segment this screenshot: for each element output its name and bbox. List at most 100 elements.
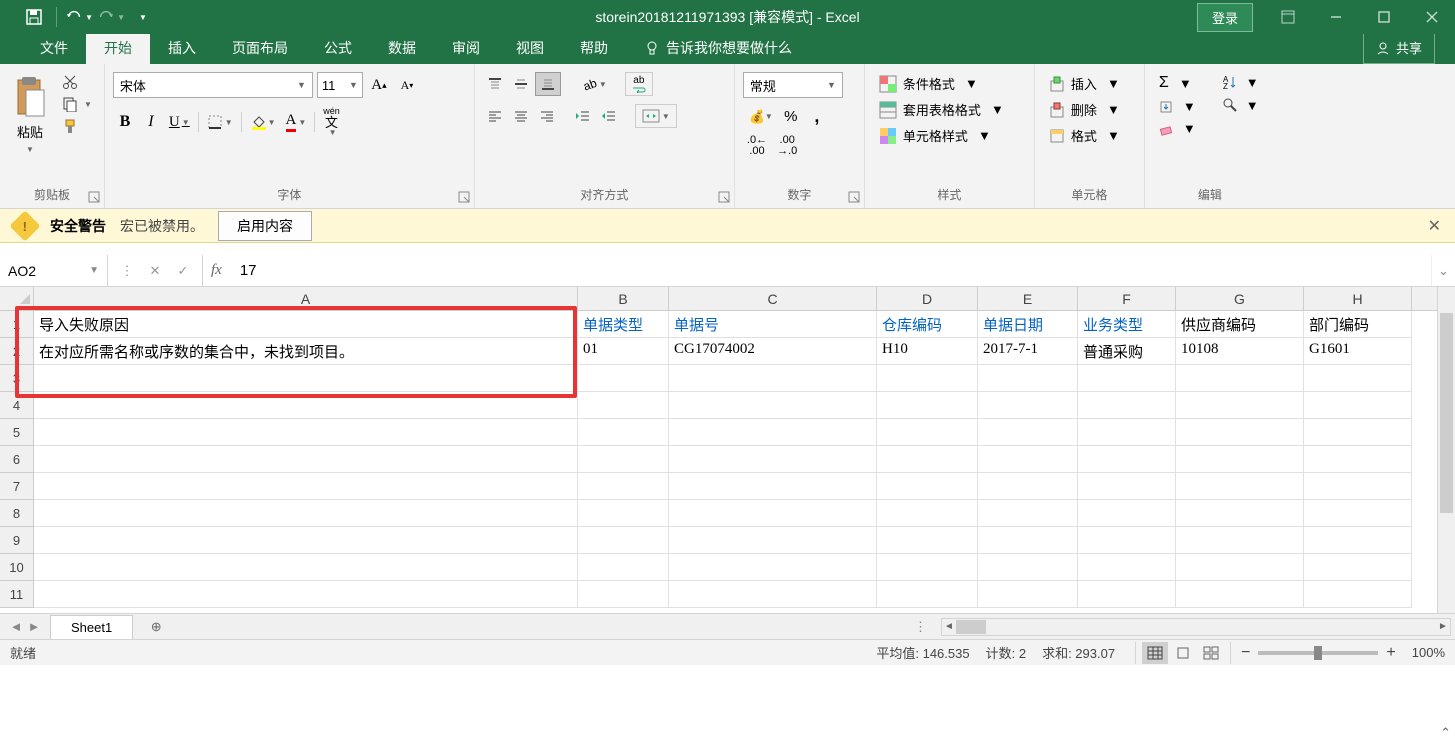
accept-formula-button[interactable]: ✓: [170, 258, 196, 284]
page-break-view-button[interactable]: [1198, 642, 1224, 664]
cell-styles-button[interactable]: 单元格样式▼: [873, 124, 1010, 147]
align-left-button[interactable]: [483, 104, 507, 128]
row-header[interactable]: 6: [0, 446, 34, 473]
cell[interactable]: [978, 527, 1078, 554]
login-button[interactable]: 登录: [1197, 3, 1253, 32]
enable-content-button[interactable]: 启用内容: [218, 211, 312, 241]
cell[interactable]: [978, 392, 1078, 419]
col-header-B[interactable]: B: [578, 287, 669, 310]
cell[interactable]: G1601: [1304, 338, 1412, 365]
cell[interactable]: [1078, 392, 1176, 419]
cell[interactable]: [877, 446, 978, 473]
cell[interactable]: [1304, 446, 1412, 473]
cell[interactable]: [669, 554, 877, 581]
col-header-C[interactable]: C: [669, 287, 877, 310]
increase-indent-button[interactable]: [597, 104, 621, 128]
alignment-dialog-launcher[interactable]: [718, 191, 732, 205]
autosum-button[interactable]: Σ▼: [1153, 72, 1202, 94]
cell[interactable]: [578, 446, 669, 473]
cell[interactable]: 供应商编码: [1176, 311, 1304, 338]
tab-nav-next[interactable]: ►: [26, 619, 42, 635]
fill-color-button[interactable]: ▼: [246, 110, 280, 134]
find-select-button[interactable]: ▼: [1216, 95, 1265, 115]
cancel-formula-button[interactable]: ✕: [142, 258, 168, 284]
cell[interactable]: [1304, 473, 1412, 500]
align-middle-button[interactable]: [509, 72, 533, 96]
zoom-slider[interactable]: [1258, 651, 1378, 655]
col-header-H[interactable]: H: [1304, 287, 1412, 310]
cell[interactable]: [1176, 554, 1304, 581]
row-header[interactable]: 8: [0, 500, 34, 527]
col-header-G[interactable]: G: [1176, 287, 1304, 310]
cell[interactable]: [1304, 554, 1412, 581]
row-header[interactable]: 3: [0, 365, 34, 392]
align-center-button[interactable]: [509, 104, 533, 128]
font-name-combo[interactable]: 宋体▼: [113, 72, 313, 98]
cell[interactable]: [978, 365, 1078, 392]
cell[interactable]: [978, 419, 1078, 446]
cell[interactable]: [34, 581, 578, 608]
row-header[interactable]: 11: [0, 581, 34, 608]
formula-bar-options[interactable]: ⋮: [114, 258, 140, 284]
sheet-tab-1[interactable]: Sheet1: [50, 615, 133, 639]
format-painter-button[interactable]: [58, 116, 96, 136]
bold-button[interactable]: B: [113, 110, 137, 134]
cell[interactable]: 普通采购: [1078, 338, 1176, 365]
wrap-text-button[interactable]: ab: [625, 72, 653, 96]
tab-view[interactable]: 视图: [498, 32, 562, 64]
cell[interactable]: [34, 554, 578, 581]
tab-page-layout[interactable]: 页面布局: [214, 32, 306, 64]
cell[interactable]: [1078, 473, 1176, 500]
cell[interactable]: [1176, 500, 1304, 527]
row-header[interactable]: 9: [0, 527, 34, 554]
formula-input[interactable]: 17: [230, 255, 1431, 286]
tab-help[interactable]: 帮助: [562, 32, 626, 64]
cell[interactable]: [1078, 446, 1176, 473]
increase-decimal-button[interactable]: .0←.00: [743, 134, 771, 158]
decrease-indent-button[interactable]: [571, 104, 595, 128]
cell[interactable]: [877, 500, 978, 527]
underline-button[interactable]: U▼: [165, 110, 194, 134]
cell[interactable]: [877, 554, 978, 581]
cell[interactable]: [877, 392, 978, 419]
cell[interactable]: [669, 392, 877, 419]
increase-font-button[interactable]: A▴: [367, 73, 391, 97]
cell[interactable]: [978, 581, 1078, 608]
cell[interactable]: [669, 581, 877, 608]
cell[interactable]: [978, 500, 1078, 527]
italic-button[interactable]: I: [139, 110, 163, 134]
cell[interactable]: [34, 446, 578, 473]
cell[interactable]: 2017-7-1: [978, 338, 1078, 365]
align-bottom-button[interactable]: [535, 72, 561, 96]
cell[interactable]: 单据号: [669, 311, 877, 338]
page-layout-view-button[interactable]: [1170, 642, 1196, 664]
cell[interactable]: [669, 365, 877, 392]
cell[interactable]: [34, 392, 578, 419]
fill-button[interactable]: ▼: [1153, 97, 1202, 116]
cell[interactable]: [1304, 419, 1412, 446]
row-header[interactable]: 10: [0, 554, 34, 581]
normal-view-button[interactable]: [1142, 642, 1168, 664]
font-dialog-launcher[interactable]: [458, 191, 472, 205]
cell[interactable]: [578, 392, 669, 419]
comma-button[interactable]: ,: [805, 104, 829, 128]
cell[interactable]: [1078, 581, 1176, 608]
name-box[interactable]: AO2▼: [0, 255, 108, 286]
cell[interactable]: [34, 473, 578, 500]
cell[interactable]: 单据日期: [978, 311, 1078, 338]
cell[interactable]: [578, 581, 669, 608]
cell[interactable]: [34, 527, 578, 554]
row-header[interactable]: 2: [0, 338, 34, 365]
row-header[interactable]: 5: [0, 419, 34, 446]
tab-home[interactable]: 开始: [86, 32, 150, 64]
sort-filter-button[interactable]: AZ▼: [1216, 72, 1265, 92]
cell[interactable]: [1078, 365, 1176, 392]
cell[interactable]: [669, 527, 877, 554]
cell[interactable]: 仓库编码: [877, 311, 978, 338]
cell[interactable]: [578, 554, 669, 581]
cell[interactable]: [669, 419, 877, 446]
clear-button[interactable]: ▼: [1153, 119, 1202, 138]
clipboard-dialog-launcher[interactable]: [88, 191, 102, 205]
cell[interactable]: [1176, 392, 1304, 419]
cell[interactable]: [1078, 419, 1176, 446]
